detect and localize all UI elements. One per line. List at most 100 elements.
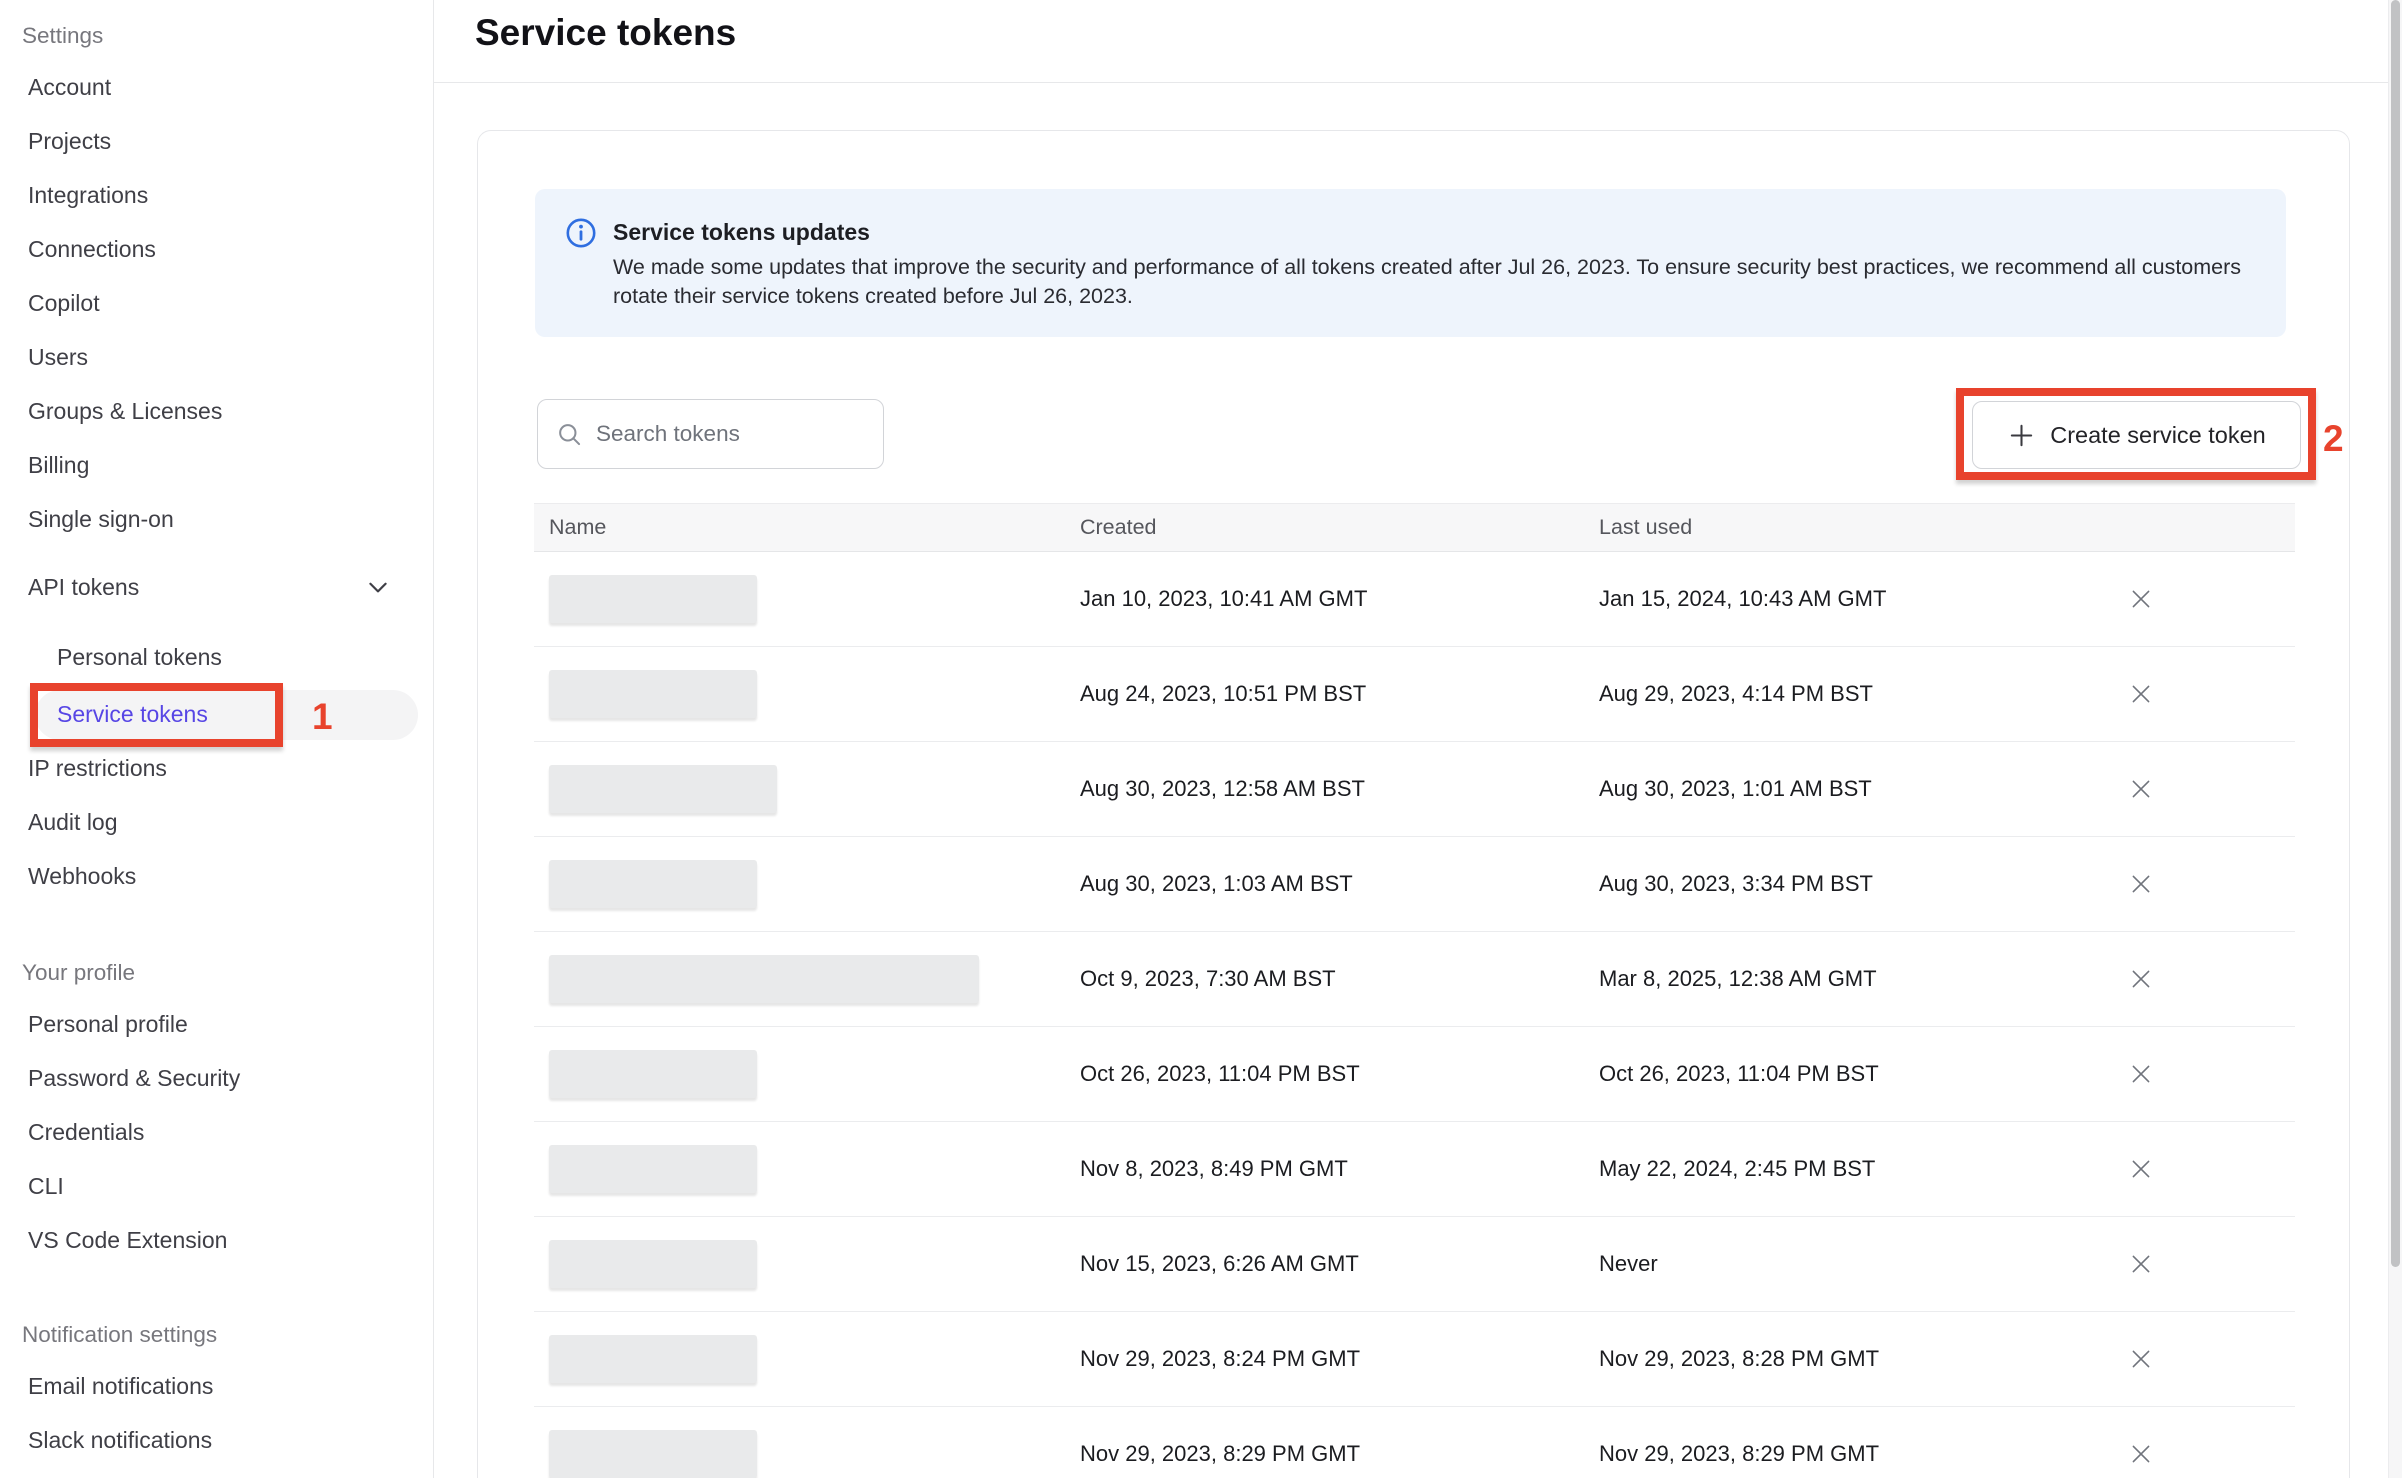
sidebar-item-projects[interactable]: Projects (0, 114, 433, 168)
create-service-token-button[interactable]: Create service token (1972, 401, 2301, 469)
created-cell: Jan 10, 2023, 10:41 AM GMT (1080, 586, 1599, 612)
last-used-cell: Nov 29, 2023, 8:28 PM GMT (1599, 1346, 2118, 1372)
delete-token-button[interactable] (2118, 576, 2164, 622)
banner-text: Service tokens updates We made some upda… (613, 215, 2246, 311)
token-name-redacted (549, 860, 757, 908)
table-row: Aug 30, 2023, 1:03 AM BST Aug 30, 2023, … (534, 837, 2295, 932)
created-cell: Oct 9, 2023, 7:30 AM BST (1080, 966, 1599, 992)
service-tokens-card: Service tokens updates We made some upda… (477, 130, 2350, 1478)
annotation-number-step1: 1 (312, 696, 333, 738)
close-icon (2128, 1251, 2154, 1277)
last-used-cell: Oct 26, 2023, 11:04 PM BST (1599, 1061, 2118, 1087)
last-used-cell: Mar 8, 2025, 12:38 AM GMT (1599, 966, 2118, 992)
delete-token-button[interactable] (2118, 956, 2164, 1002)
delete-token-button[interactable] (2118, 1241, 2164, 1287)
delete-token-button[interactable] (2118, 1146, 2164, 1192)
last-used-cell: Aug 30, 2023, 3:34 PM BST (1599, 871, 2118, 897)
close-icon (2128, 1061, 2154, 1087)
spacer (0, 614, 433, 630)
created-cell: Nov 8, 2023, 8:49 PM GMT (1080, 1156, 1599, 1182)
close-icon (2128, 1441, 2154, 1467)
token-name-redacted (549, 765, 777, 813)
annotation-number-step2: 2 (2323, 418, 2344, 460)
created-cell: Nov 15, 2023, 6:26 AM GMT (1080, 1251, 1599, 1277)
sidebar-item-billing[interactable]: Billing (0, 438, 433, 492)
table-row: Nov 15, 2023, 6:26 AM GMT Never (534, 1217, 2295, 1312)
token-name-redacted (549, 1145, 757, 1193)
close-icon (2128, 776, 2154, 802)
sidebar-item-copilot[interactable]: Copilot (0, 276, 433, 330)
scrollbar-thumb[interactable] (2391, 0, 2400, 1267)
sidebar-item-vs-code-extension[interactable]: VS Code Extension (0, 1213, 433, 1267)
sidebar-item-users[interactable]: Users (0, 330, 433, 384)
last-used-cell: Aug 30, 2023, 1:01 AM BST (1599, 776, 2118, 802)
sidebar-item-password-security[interactable]: Password & Security (0, 1051, 433, 1105)
created-cell: Oct 26, 2023, 11:04 PM BST (1080, 1061, 1599, 1087)
column-header-name: Name (534, 515, 1080, 540)
search-icon (556, 421, 583, 448)
service-tokens-page: Settings Account Projects Integrations C… (0, 0, 2402, 1478)
sidebar-section-settings: Settings (0, 12, 433, 60)
title-divider (434, 82, 2388, 83)
created-cell: Nov 29, 2023, 8:29 PM GMT (1080, 1441, 1599, 1467)
table-row: Oct 9, 2023, 7:30 AM BST Mar 8, 2025, 12… (534, 932, 2295, 1027)
sidebar-item-cli[interactable]: CLI (0, 1159, 433, 1213)
search-input[interactable] (596, 421, 846, 447)
created-cell: Aug 30, 2023, 1:03 AM BST (1080, 871, 1599, 897)
sidebar-item-api-tokens[interactable]: API tokens (0, 560, 433, 614)
info-icon (565, 217, 597, 249)
delete-token-button[interactable] (2118, 1431, 2164, 1477)
token-name-redacted (549, 1050, 757, 1098)
sidebar-item-slack-notifications[interactable]: Slack notifications (0, 1413, 433, 1467)
sidebar-item-connections[interactable]: Connections (0, 222, 433, 276)
info-banner: Service tokens updates We made some upda… (535, 189, 2286, 337)
last-used-cell: Nov 29, 2023, 8:29 PM GMT (1599, 1441, 2118, 1467)
created-cell: Nov 29, 2023, 8:24 PM GMT (1080, 1346, 1599, 1372)
sidebar-item-integrations[interactable]: Integrations (0, 168, 433, 222)
token-name-redacted (549, 955, 979, 1003)
token-name-redacted (549, 1430, 757, 1478)
close-icon (2128, 871, 2154, 897)
chevron-down-icon (365, 574, 391, 600)
delete-token-button[interactable] (2118, 1051, 2164, 1097)
sidebar-item-personal-tokens[interactable]: Personal tokens (0, 630, 433, 684)
close-icon (2128, 681, 2154, 707)
close-icon (2128, 586, 2154, 612)
sidebar-item-personal-profile[interactable]: Personal profile (0, 997, 433, 1051)
sidebar-item-single-sign-on[interactable]: Single sign-on (0, 492, 433, 546)
sidebar-item-audit-log[interactable]: Audit log (0, 795, 433, 849)
service-tokens-table: Name Created Last used Jan 10, 2023, 10:… (534, 503, 2295, 1478)
last-used-cell: Never (1599, 1251, 2118, 1277)
spacer (0, 903, 433, 949)
settings-sidebar: Settings Account Projects Integrations C… (0, 0, 434, 1478)
search-tokens-box[interactable] (537, 399, 884, 469)
table-row: Aug 24, 2023, 10:51 PM BST Aug 29, 2023,… (534, 647, 2295, 742)
token-name-redacted (549, 575, 757, 623)
sidebar-item-credentials[interactable]: Credentials (0, 1105, 433, 1159)
last-used-cell: Aug 29, 2023, 4:14 PM BST (1599, 681, 2118, 707)
banner-title: Service tokens updates (613, 215, 2246, 249)
sidebar-item-email-notifications[interactable]: Email notifications (0, 1359, 433, 1413)
close-icon (2128, 966, 2154, 992)
sidebar-item-service-tokens[interactable]: Service tokens (0, 687, 433, 741)
sidebar-item-account[interactable]: Account (0, 60, 433, 114)
page-scrollbar[interactable] (2388, 0, 2402, 1478)
sidebar-item-webhooks[interactable]: Webhooks (0, 849, 433, 903)
table-header-row: Name Created Last used (534, 503, 2295, 552)
delete-token-button[interactable] (2118, 1336, 2164, 1382)
spacer (0, 1267, 433, 1311)
close-icon (2128, 1156, 2154, 1182)
delete-token-button[interactable] (2118, 766, 2164, 812)
sidebar-item-groups-licenses[interactable]: Groups & Licenses (0, 384, 433, 438)
delete-token-button[interactable] (2118, 861, 2164, 907)
delete-token-button[interactable] (2118, 671, 2164, 717)
table-row: Aug 30, 2023, 12:58 AM BST Aug 30, 2023,… (534, 742, 2295, 837)
last-used-cell: Jan 15, 2024, 10:43 AM GMT (1599, 586, 2118, 612)
table-row: Nov 29, 2023, 8:29 PM GMT Nov 29, 2023, … (534, 1407, 2295, 1478)
created-cell: Aug 24, 2023, 10:51 PM BST (1080, 681, 1599, 707)
last-used-cell: May 22, 2024, 2:45 PM BST (1599, 1156, 2118, 1182)
banner-body: We made some updates that improve the se… (613, 253, 2246, 311)
close-icon (2128, 1346, 2154, 1372)
table-row: Nov 29, 2023, 8:24 PM GMT Nov 29, 2023, … (534, 1312, 2295, 1407)
sidebar-item-ip-restrictions[interactable]: IP restrictions (0, 741, 433, 795)
